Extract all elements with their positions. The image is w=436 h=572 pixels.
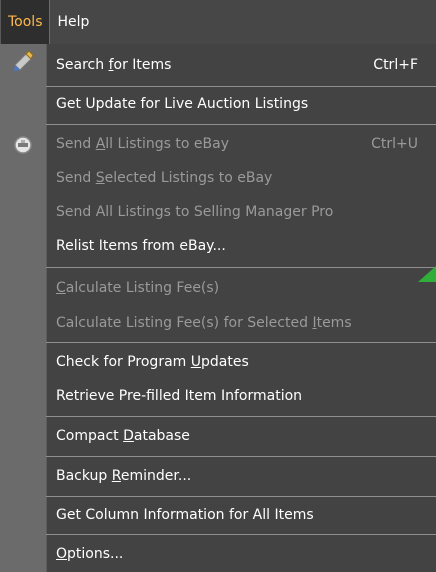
menu-help[interactable]: Help (50, 0, 98, 44)
menu-item-retrieve-prefilled-info[interactable]: Retrieve Pre-filled Item Information (46, 379, 436, 413)
menu-separator (46, 534, 436, 535)
menu-separator (46, 267, 436, 268)
tools-dropdown: Search for Items Ctrl+F Get Update for L… (0, 44, 436, 572)
menu-item-label: Calculate Listing Fee(s) for Selected It… (56, 315, 352, 331)
menu-item-label: Calculate Listing Fee(s) (56, 280, 220, 296)
send-listings-icon (14, 136, 32, 154)
menu-item-send-selected-listings[interactable]: Send Selected Listings to eBay (46, 161, 436, 195)
menu-item-label: Retrieve Pre-filled Item Information (56, 388, 303, 404)
menu-item-label: Relist Items from eBay... (56, 238, 226, 254)
menu-item-label: Send All Listings to Selling Manager Pro (56, 204, 334, 220)
menu-item-send-all-listings[interactable]: Send All Listings to eBay Ctrl+U (46, 127, 436, 161)
search-items-icon (14, 50, 34, 71)
menu-item-calculate-fees-selected[interactable]: Calculate Listing Fee(s) for Selected It… (46, 306, 436, 340)
menu-separator (46, 342, 436, 343)
menu-separator (46, 124, 436, 125)
menu-item-label: Search for Items (56, 57, 172, 73)
menu-item-relist-items[interactable]: Relist Items from eBay... (46, 229, 436, 263)
menu-item-send-to-selling-manager[interactable]: Send All Listings to Selling Manager Pro (46, 195, 436, 229)
menu-item-label: Backup Reminder... (56, 468, 192, 484)
menu-item-backup-reminder[interactable]: Backup Reminder... (46, 459, 436, 493)
green-arrow-icon (418, 266, 436, 282)
menu-item-get-column-information[interactable]: Get Column Information for All Items (46, 498, 436, 532)
menu-item-label: Send Selected Listings to eBay (56, 170, 273, 186)
menu-separator (46, 456, 436, 457)
shortcut-ctrl-u: Ctrl+U (371, 136, 418, 152)
menu-item-label: Get Column Information for All Items (56, 507, 314, 523)
menu-bar: Tools Help (0, 0, 436, 44)
menu-icon-strip (0, 44, 47, 572)
menu-tools[interactable]: Tools (0, 0, 50, 44)
menu-item-get-update-live-auction[interactable]: Get Update for Live Auction Listings (46, 87, 436, 121)
menu-item-compact-database[interactable]: Compact Database (46, 419, 436, 453)
menu-item-label: Compact Database (56, 428, 190, 444)
menu-item-label: Get Update for Live Auction Listings (56, 96, 309, 112)
menu-item-options[interactable]: Options... (46, 537, 436, 571)
menu-item-label: Send All Listings to eBay (56, 136, 229, 152)
menu-separator (46, 416, 436, 417)
menu-item-search-for-items[interactable]: Search for Items Ctrl+F (46, 48, 436, 82)
menu-item-label: Check for Program Updates (56, 354, 249, 370)
menu-separator (46, 496, 436, 497)
shortcut-ctrl-f: Ctrl+F (373, 57, 418, 73)
menu-item-check-program-updates[interactable]: Check for Program Updates (46, 345, 436, 379)
menu-item-calculate-listing-fees[interactable]: Calculate Listing Fee(s) (46, 271, 436, 305)
menu-item-label: Options... (56, 546, 124, 562)
